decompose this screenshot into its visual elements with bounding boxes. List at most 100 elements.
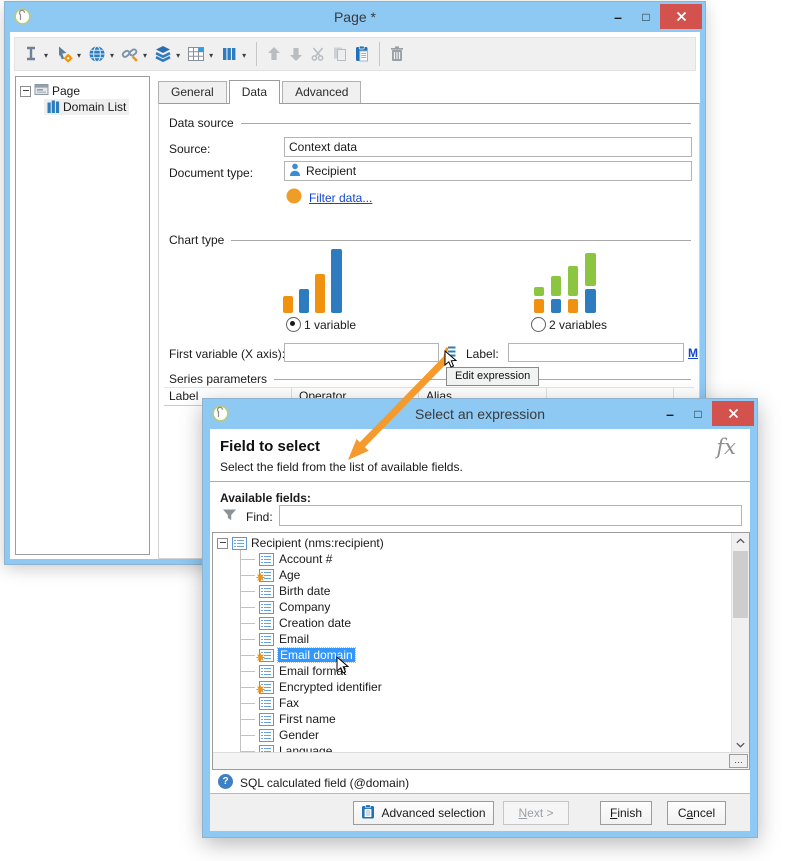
layers-dropdown-caret[interactable]: ▾ [176, 51, 180, 60]
source-field[interactable]: Context data [284, 137, 692, 157]
close-button[interactable] [660, 4, 702, 29]
list-item[interactable]: Fax [240, 695, 299, 711]
mouse-cursor [336, 655, 350, 679]
field-list-icon [256, 648, 274, 662]
list-item[interactable]: Email format [240, 663, 346, 679]
list-item[interactable]: Age [240, 567, 300, 583]
field-list-icon [259, 696, 274, 710]
help-icon: ? [218, 774, 233, 789]
available-fields-label: Available fields: [220, 491, 311, 505]
tree-item-page[interactable]: Page [20, 83, 80, 99]
m-link[interactable]: M [688, 346, 698, 360]
recipient-person-icon [289, 163, 301, 179]
field-list-icon [259, 728, 274, 742]
finish-button[interactable]: Finish [600, 801, 652, 825]
activity-tool-icon[interactable] [20, 41, 42, 67]
list-item-root[interactable]: Recipient (nms:recipient) [217, 535, 384, 551]
collapse-expander-icon[interactable] [217, 537, 228, 549]
chart2-bar [585, 253, 596, 286]
list-item[interactable]: Creation date [240, 615, 351, 631]
field-list-icon [259, 632, 274, 646]
collapse-expander-icon[interactable] [20, 85, 31, 97]
maximize-button[interactable]: □ [684, 401, 712, 426]
link-dropdown-caret[interactable]: ▾ [143, 51, 147, 60]
dialog-button-bar: Advanced selection Next > Finish Cancel [210, 793, 750, 831]
columns-dropdown-caret[interactable]: ▾ [242, 51, 246, 60]
dialog-client: Field to select Select the field from th… [210, 429, 750, 831]
tree-item-label: Page [52, 84, 81, 98]
document-type-field[interactable]: Recipient [284, 161, 692, 181]
tab-advanced[interactable]: Advanced [282, 81, 362, 103]
screen: Page * – □ ▾ ▾ ▾ ▾ ▾ ▾ ▾ Page Domain Lis… [0, 0, 797, 861]
data-source-group-header: Data source [169, 116, 691, 130]
list-item[interactable]: Birth date [240, 583, 330, 599]
paste-icon[interactable] [351, 41, 373, 67]
toolbar: ▾ ▾ ▾ ▾ ▾ ▾ ▾ [14, 37, 696, 71]
list-bottom-strip: … [213, 752, 749, 769]
tree-item-domain-list[interactable]: Domain List [44, 99, 130, 116]
chart1-bar [331, 249, 342, 313]
cancel-button[interactable]: Cancel [667, 801, 726, 825]
activity-dropdown-caret[interactable]: ▾ [44, 51, 48, 60]
close-button[interactable] [712, 401, 754, 426]
vertical-scrollbar[interactable] [731, 533, 749, 752]
one-variable-label: 1 variable [304, 318, 357, 332]
tab-general[interactable]: General [158, 81, 227, 103]
scroll-up-button[interactable] [732, 533, 749, 548]
cut-icon [307, 41, 329, 67]
list-item[interactable]: Email [240, 631, 309, 647]
list-item[interactable]: First name [240, 711, 336, 727]
edit-expression-tooltip: Edit expression [446, 367, 540, 386]
column-header-label[interactable]: Label [169, 389, 198, 403]
available-fields-list: Recipient (nms:recipient) Account # Age … [212, 532, 750, 770]
status-text: SQL calculated field (@domain) [240, 776, 410, 790]
document-type-label: Document type: [169, 166, 254, 180]
tab-data[interactable]: Data [228, 80, 281, 104]
maximize-button[interactable]: □ [632, 4, 660, 29]
advanced-selection-button[interactable]: Advanced selection [353, 801, 494, 825]
axis-label-input[interactable] [508, 343, 684, 362]
bar-chart-node-icon [47, 99, 60, 116]
dialog-heading: Field to select [220, 438, 321, 455]
dialog-subheading: Select the field from the list of availa… [220, 460, 463, 474]
chart2-bar [551, 276, 561, 296]
chart-type-group-header: Chart type [169, 233, 691, 247]
field-label: Creation date [279, 616, 352, 630]
list-item[interactable]: Account # [240, 551, 332, 567]
one-variable-radio[interactable] [286, 317, 301, 332]
tree-item-label: Domain List [63, 100, 127, 114]
chart2-bar [568, 299, 578, 313]
delete-trash-icon[interactable] [386, 41, 408, 67]
page-titlebar: Page * – □ [5, 2, 705, 32]
pointer-dropdown-caret[interactable]: ▾ [77, 51, 81, 60]
minimize-button[interactable]: – [656, 401, 684, 426]
field-list-icon [256, 680, 274, 694]
next-button: Next > [503, 801, 569, 825]
page-title: Page * [333, 9, 377, 25]
globe-dropdown-caret[interactable]: ▾ [110, 51, 114, 60]
axis-label-label: Label: [466, 347, 499, 361]
advanced-selection-label: Advanced selection [381, 806, 486, 820]
chart2-bar [534, 287, 544, 296]
toolbar-separator [256, 42, 258, 66]
list-item[interactable]: Company [240, 599, 330, 615]
layers-icon[interactable] [152, 41, 174, 67]
ellipsis-button[interactable]: … [729, 754, 748, 768]
x-axis-input[interactable] [284, 343, 439, 362]
globe-icon[interactable] [86, 41, 108, 67]
table-dropdown-caret[interactable]: ▾ [209, 51, 213, 60]
clipboard-icon [361, 804, 375, 822]
filter-data-link[interactable]: Filter data... [309, 191, 372, 205]
minimize-button[interactable]: – [604, 4, 632, 29]
scroll-down-button[interactable] [732, 737, 749, 752]
pointer-settings-icon[interactable] [53, 41, 75, 67]
list-item[interactable]: Encrypted identifier [240, 679, 382, 695]
columns-chart-icon[interactable] [218, 41, 240, 67]
scrollbar-thumb[interactable] [733, 551, 748, 618]
two-variables-radio[interactable] [531, 317, 546, 332]
filter-funnel-icon [222, 508, 237, 525]
table-grid-icon[interactable] [185, 41, 207, 67]
link-icon[interactable] [119, 41, 141, 67]
list-item[interactable]: Gender [240, 727, 319, 743]
find-input[interactable] [279, 505, 742, 526]
